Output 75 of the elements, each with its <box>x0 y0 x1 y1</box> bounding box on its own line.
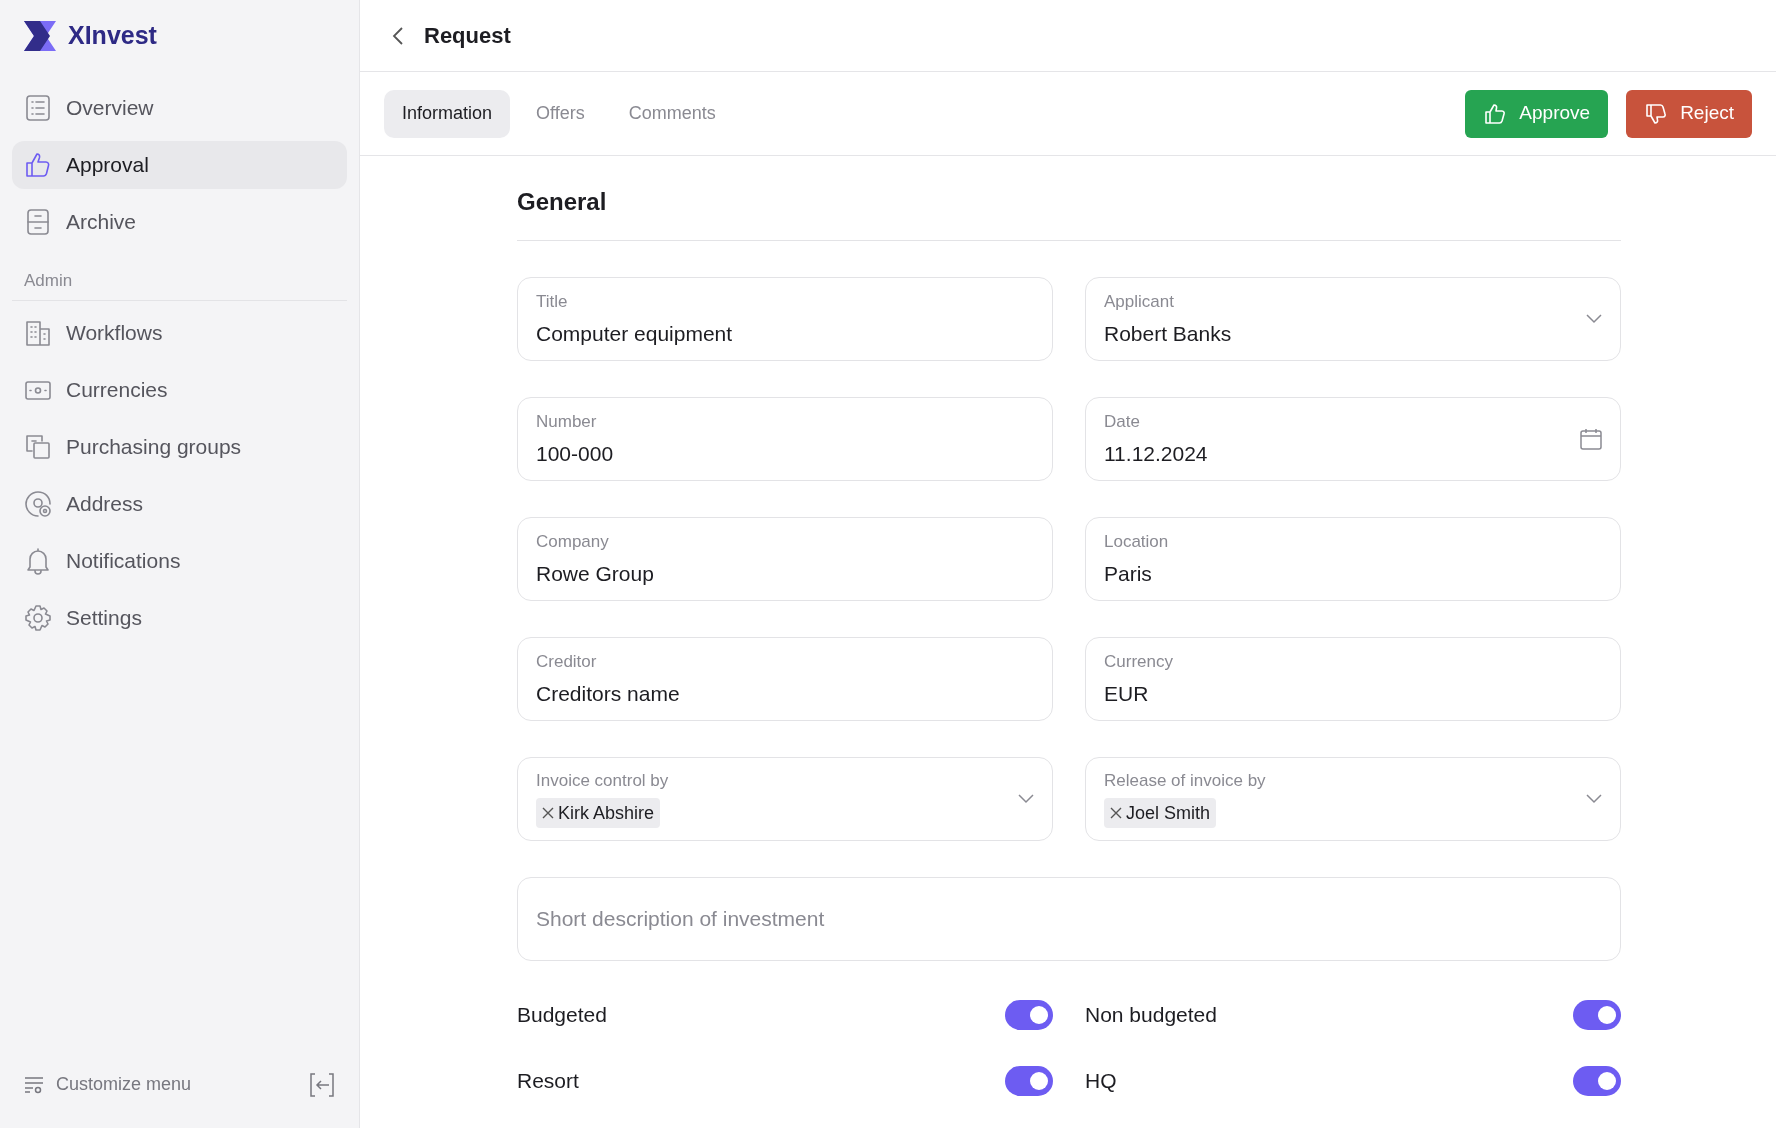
back-chevron-icon[interactable] <box>392 25 404 46</box>
filter-settings-icon <box>24 1074 44 1095</box>
nav-item[interactable]: Archive <box>12 198 347 246</box>
field-value: Creditors name <box>536 681 680 707</box>
field-value: EUR <box>1104 681 1150 707</box>
location-pin-icon <box>24 489 52 518</box>
nav-item[interactable]: Currencies <box>12 365 347 414</box>
bell-icon <box>24 546 52 575</box>
nav-item[interactable]: Approval <box>12 141 347 189</box>
calendar-icon <box>1580 428 1602 450</box>
field-label: Location <box>1104 531 1169 553</box>
toggle-label: Budgeted <box>517 1002 607 1029</box>
toggle-switch[interactable] <box>1573 1066 1621 1096</box>
toggle-switch[interactable] <box>1005 1066 1053 1096</box>
close-icon[interactable] <box>1110 807 1122 819</box>
text-field[interactable]: Currency EUR <box>1085 637 1621 721</box>
tab[interactable]: Information <box>384 89 511 138</box>
logo-icon <box>24 21 56 51</box>
description-field[interactable]: Short description of investment <box>517 877 1621 961</box>
copy-icon <box>24 432 52 461</box>
brand-name: XInvest <box>68 20 157 52</box>
chevron-down-icon <box>1586 314 1602 324</box>
toggle-label: Resort <box>517 1068 579 1095</box>
field-value: Rowe Group <box>536 561 654 587</box>
gear-icon <box>24 603 52 632</box>
field-label: Company <box>536 531 610 553</box>
multiselect-field[interactable]: Invoice control by Kirk Abshire <box>517 757 1053 841</box>
archive-icon <box>24 208 52 236</box>
close-icon[interactable] <box>542 807 554 819</box>
text-field[interactable]: Company Rowe Group <box>517 517 1053 601</box>
thumbs-down-icon <box>1644 101 1669 126</box>
thumbs-up-icon <box>1483 101 1508 126</box>
toggle-switch[interactable] <box>1005 1000 1053 1030</box>
customize-menu-button[interactable]: Customize menu <box>24 1071 192 1098</box>
field-label: Title <box>536 291 569 313</box>
nav-item[interactable]: Settings <box>12 593 347 642</box>
nav-item[interactable]: Workflows <box>12 308 347 357</box>
multiselect-field[interactable]: Release of invoice by Joel Smith <box>1085 757 1621 841</box>
field-label: Creditor <box>536 651 598 673</box>
field-label: Currency <box>1104 651 1173 673</box>
field-value: 11.12.2024 <box>1104 441 1208 467</box>
text-field[interactable]: Creditor Creditors name <box>517 637 1053 721</box>
field-label: Number <box>536 411 598 433</box>
tag-chip[interactable]: Joel Smith <box>1104 798 1217 828</box>
text-field[interactable]: Title Computer equipment <box>517 277 1053 361</box>
date-field[interactable]: Date 11.12.2024 <box>1085 397 1621 481</box>
nav-item[interactable]: Overview <box>12 84 347 132</box>
text-field[interactable]: Number 100-000 <box>517 397 1053 481</box>
reject-button[interactable]: Reject <box>1626 89 1752 138</box>
field-value: Computer equipment <box>536 321 733 347</box>
toggle-label: Non budgeted <box>1085 1002 1217 1029</box>
field-label: Release of invoice by <box>1104 770 1266 792</box>
field-value: Paris <box>1104 561 1153 587</box>
field-value: Robert Banks <box>1104 321 1232 347</box>
section-heading: Admin <box>23 270 74 292</box>
field-label: Applicant <box>1104 291 1175 313</box>
building-icon <box>24 318 52 347</box>
page-title: Request <box>424 22 511 50</box>
text-field[interactable]: Location Paris <box>1085 517 1621 601</box>
nav-item[interactable]: Purchasing groups <box>12 422 347 471</box>
section-title: General <box>517 156 1621 241</box>
toggle-label: HQ <box>1085 1068 1117 1095</box>
tag-chip[interactable]: Kirk Abshire <box>536 798 661 828</box>
nav-item[interactable]: Notifications <box>12 536 347 585</box>
toggle-switch[interactable] <box>1573 1000 1621 1030</box>
collapse-sidebar-icon[interactable] <box>309 1071 335 1098</box>
list-icon <box>24 94 52 122</box>
nav-item[interactable]: Address <box>12 479 347 528</box>
chevron-down-icon <box>1018 794 1034 804</box>
field-label: Invoice control by <box>536 770 669 792</box>
field-label: Date <box>1104 411 1141 433</box>
field-value: 100-000 <box>536 441 614 467</box>
dropdown-field[interactable]: Applicant Robert Banks <box>1085 277 1621 361</box>
thumbs-up-icon <box>24 151 52 179</box>
chevron-down-icon <box>1586 794 1602 804</box>
